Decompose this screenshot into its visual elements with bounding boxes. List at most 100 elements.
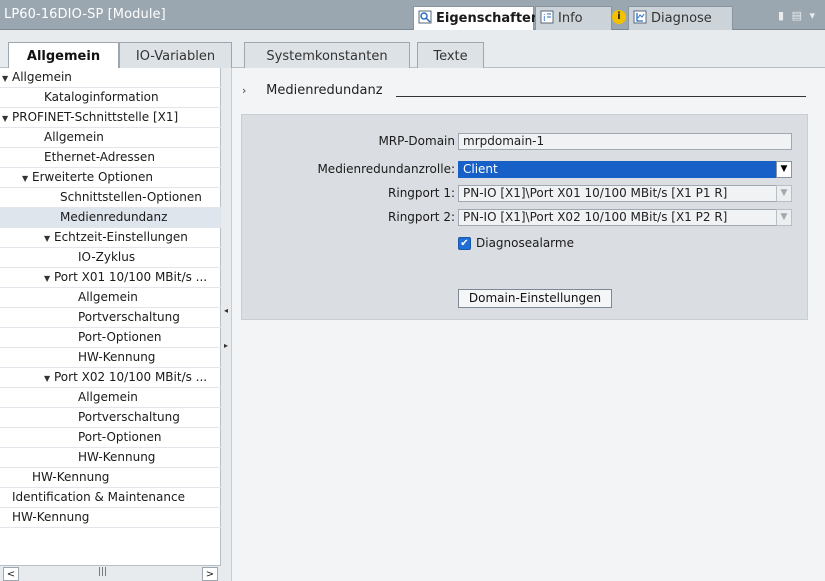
nav-item-port-x02[interactable]: ▼ Port X02 10/100 MBit/s ...: [0, 368, 221, 388]
nav-item-hw-kennung[interactable]: HW-Kennung: [0, 508, 221, 528]
nav-item-label: Identification & Maintenance: [12, 490, 185, 504]
expand-triangle-icon[interactable]: ▼: [44, 369, 54, 388]
tab-texte-label: Texte: [433, 48, 468, 64]
nav-item-echtzeit-einstellungen[interactable]: ▼ Echtzeit-Einstellungen: [0, 228, 221, 248]
scroll-left-icon[interactable]: <: [3, 567, 19, 581]
nav-item-label: Allgemein: [12, 70, 72, 84]
nav-item-profinet-schnittstelle[interactable]: ▼ PROFINET-Schnittstelle [X1]: [0, 108, 221, 128]
nav-item-identification-maintenance[interactable]: Identification & Maintenance: [0, 488, 221, 508]
tab-allgemein[interactable]: Allgemein: [8, 42, 119, 70]
expand-right-icon[interactable]: ▸: [224, 341, 229, 351]
nav-item-label: Ethernet-Adressen: [44, 150, 155, 164]
tab-systemkonstanten[interactable]: Systemkonstanten: [244, 42, 410, 69]
nav-item-io-zyklus[interactable]: IO-Zyklus: [0, 248, 221, 268]
nav-item-medienredundanz[interactable]: Medienredundanz: [0, 208, 221, 228]
domain-einstellungen-button[interactable]: Domain-Einstellungen: [458, 289, 612, 308]
nav-item-x02-portverschaltung[interactable]: Portverschaltung: [0, 408, 221, 428]
nav-item-schnittstellen-optionen[interactable]: Schnittstellen-Optionen: [0, 188, 221, 208]
expand-triangle-icon[interactable]: ▼: [44, 229, 54, 248]
expand-triangle-icon[interactable]: ▼: [44, 269, 54, 288]
diagnosealarme-label: Diagnosealarme: [476, 236, 574, 250]
diagnosealarme-checkbox-row[interactable]: ✔ Diagnosealarme: [458, 236, 574, 250]
nav-item-label: HW-Kennung: [78, 450, 156, 464]
nav-item-label: Allgemein: [44, 130, 104, 144]
medienredundanz-panel: MRP-Domain mrpdomain-1 Medienredundanzro…: [241, 114, 808, 320]
nav-item-label: Port-Optionen: [78, 430, 162, 444]
ringport1-dropdown[interactable]: PN-IO [X1]\Port X01 10/100 MBit/s [X1 P1…: [458, 185, 792, 202]
window-title: LP60-16DIO-SP [Module]: [4, 7, 166, 22]
nav-item-erweiterte-optionen[interactable]: ▼ Erweiterte Optionen: [0, 168, 221, 188]
nav-item-x01-hw-kennung[interactable]: HW-Kennung: [0, 348, 221, 368]
nav-item-x02-port-optionen[interactable]: Port-Optionen: [0, 428, 221, 448]
nav-item-allgemein[interactable]: ▼ Allgemein: [0, 68, 221, 88]
nav-item-label: Erweiterte Optionen: [32, 170, 154, 184]
section-title: Medienredundanz: [266, 83, 383, 98]
mrp-domain-field[interactable]: mrpdomain-1: [458, 133, 792, 150]
nav-item-label: HW-Kennung: [78, 350, 156, 364]
tab-diagnose[interactable]: Diagnose: [628, 6, 733, 30]
nav-item-label: Schnittstellen-Optionen: [60, 190, 202, 204]
scroll-grip-icon[interactable]: |||: [98, 567, 107, 577]
tab-io-variablen-label: IO-Variablen: [135, 48, 216, 64]
info-warning-icon: i: [612, 10, 626, 24]
tab-eigenschaften-label: Eigenschaften: [436, 11, 541, 26]
nav-horizontal-scrollbar[interactable]: < ||| >: [0, 565, 221, 581]
expand-triangle-icon[interactable]: ▼: [2, 69, 12, 88]
collapse-left-icon[interactable]: ◂: [224, 306, 229, 316]
section-tab-bar: Allgemein IO-Variablen Systemkonstanten …: [0, 30, 825, 70]
nav-item-allgemein-x1[interactable]: Allgemein: [0, 128, 221, 148]
nav-item-label: Kataloginformation: [44, 90, 159, 104]
pane-splitter[interactable]: ◂ ▸: [221, 68, 232, 581]
tab-allgemein-label: Allgemein: [26, 49, 101, 64]
nav-item-label: Medienredundanz: [60, 210, 168, 224]
nav-item-x01-port-optionen[interactable]: Port-Optionen: [0, 328, 221, 348]
nav-item-label: Portverschaltung: [78, 310, 180, 324]
ringport2-value: PN-IO [X1]\Port X02 10/100 MBit/s [X1 P2…: [463, 210, 728, 224]
nav-item-label: Port X02 10/100 MBit/s ...: [54, 370, 208, 384]
tab-info-label: Info: [558, 11, 583, 26]
nav-item-x02-allgemein[interactable]: Allgemein: [0, 388, 221, 408]
nav-item-label: Allgemein: [78, 290, 138, 304]
role-value: Client: [463, 162, 498, 176]
nav-item-x02-hw-kennung[interactable]: HW-Kennung: [0, 448, 221, 468]
info-icon: i: [540, 10, 554, 28]
ringport2-dropdown[interactable]: PN-IO [X1]\Port X02 10/100 MBit/s [X1 P2…: [458, 209, 792, 226]
nav-item-label: IO-Zyklus: [78, 250, 136, 264]
tab-info[interactable]: i Info: [535, 6, 612, 30]
scroll-right-icon[interactable]: >: [202, 567, 218, 581]
section-collapse-icon[interactable]: ›: [242, 84, 262, 97]
tab-io-variablen[interactable]: IO-Variablen: [119, 42, 232, 69]
nav-item-label: Port-Optionen: [78, 330, 162, 344]
nav-item-x01-allgemein[interactable]: Allgemein: [0, 288, 221, 308]
section-header[interactable]: › Medienredundanz: [242, 83, 383, 98]
diagnose-icon: [633, 10, 647, 28]
checkbox-checked-icon[interactable]: ✔: [458, 236, 471, 250]
tab-texte[interactable]: Texte: [417, 42, 484, 69]
nav-item-port-x01[interactable]: ▼ Port X01 10/100 MBit/s ...: [0, 268, 221, 288]
nav-item-kataloginformation[interactable]: Kataloginformation: [0, 88, 221, 108]
tab-eigenschaften[interactable]: Eigenschaften: [413, 6, 540, 30]
navigation-tree: ▼ Allgemein Kataloginformation ▼ PROFINET-…: [0, 68, 221, 581]
nav-item-x01-portverschaltung[interactable]: Portverschaltung: [0, 308, 221, 328]
dropdown-arrow-icon[interactable]: ▼: [776, 209, 792, 226]
nav-item-label: HW-Kennung: [12, 510, 90, 524]
dropdown-arrow-icon[interactable]: ▼: [776, 185, 792, 202]
mrp-domain-label: MRP-Domain: [378, 134, 455, 148]
expand-triangle-icon[interactable]: ▼: [22, 169, 32, 188]
nav-item-label: Echtzeit-Einstellungen: [54, 230, 188, 244]
tab-systemkonstanten-label: Systemkonstanten: [266, 48, 388, 64]
role-dropdown[interactable]: Client ▼: [458, 161, 792, 178]
nav-item-x1-hw-kennung[interactable]: HW-Kennung: [0, 468, 221, 488]
dropdown-arrow-icon[interactable]: ▼: [776, 161, 792, 178]
expand-triangle-icon[interactable]: ▼: [2, 109, 12, 128]
content-area: › Medienredundanz MRP-Domain mrpdomain-1…: [232, 68, 825, 581]
pane-options-icon[interactable]: ▮ ▤ ▾: [778, 9, 817, 22]
nav-item-ethernet-adressen[interactable]: Ethernet-Adressen: [0, 148, 221, 168]
mrp-domain-value: mrpdomain-1: [463, 134, 545, 148]
nav-item-label: PROFINET-Schnittstelle [X1]: [12, 110, 179, 124]
section-divider: [396, 96, 806, 97]
ringport2-label: Ringport 2:: [388, 210, 455, 224]
nav-item-label: HW-Kennung: [32, 470, 110, 484]
tab-diagnose-label: Diagnose: [651, 11, 712, 26]
role-label: Medienredundanzrolle:: [317, 162, 455, 176]
